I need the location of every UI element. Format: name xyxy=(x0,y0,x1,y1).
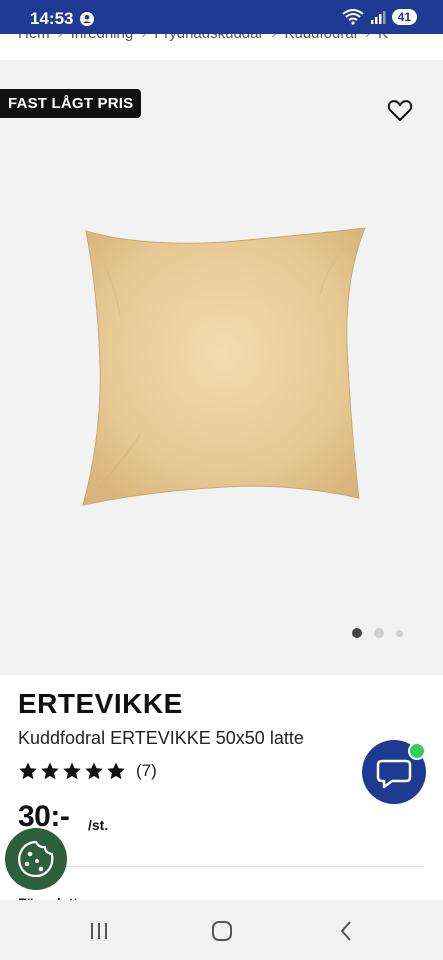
gallery-dot[interactable] xyxy=(374,628,384,638)
product-image xyxy=(82,227,366,506)
product-brand: ERTEVIKKE xyxy=(18,688,183,719)
gallery-dot[interactable] xyxy=(396,629,403,637)
profile-icon xyxy=(80,12,94,26)
status-bar: 14:53 41 xyxy=(0,0,443,34)
heart-icon[interactable] xyxy=(386,96,414,124)
star-icon xyxy=(41,762,59,780)
star-icon xyxy=(107,762,125,780)
rating-count[interactable]: (7) xyxy=(136,761,157,781)
status-time: 14:53 xyxy=(30,9,74,28)
product-subtitle: Kuddfodral ERTEVIKKE 50x50 latte xyxy=(18,728,304,748)
product-image-gallery[interactable]: FAST LÅGT PRIS xyxy=(0,60,443,675)
price-unit: /st. xyxy=(88,817,109,833)
system-nav-bar xyxy=(0,900,443,960)
battery-indicator: 41 xyxy=(391,9,417,25)
wifi-icon xyxy=(342,9,364,25)
online-indicator xyxy=(408,742,426,760)
status-icons: 41 xyxy=(342,9,417,25)
price-badge: FAST LÅGT PRIS xyxy=(0,89,142,118)
rating[interactable]: (7) xyxy=(18,761,157,781)
cookie-settings-button[interactable] xyxy=(5,828,67,890)
star-icon xyxy=(63,762,81,780)
cookie-icon xyxy=(18,840,54,878)
home-icon[interactable] xyxy=(209,918,235,944)
recent-apps-icon[interactable] xyxy=(86,918,112,944)
gallery-pagination[interactable] xyxy=(352,628,403,638)
star-icon xyxy=(19,762,37,780)
divider xyxy=(18,866,424,867)
signal-icon xyxy=(370,11,386,24)
back-icon[interactable] xyxy=(334,918,360,944)
star-icon xyxy=(85,762,103,780)
gallery-dot[interactable] xyxy=(352,628,362,638)
